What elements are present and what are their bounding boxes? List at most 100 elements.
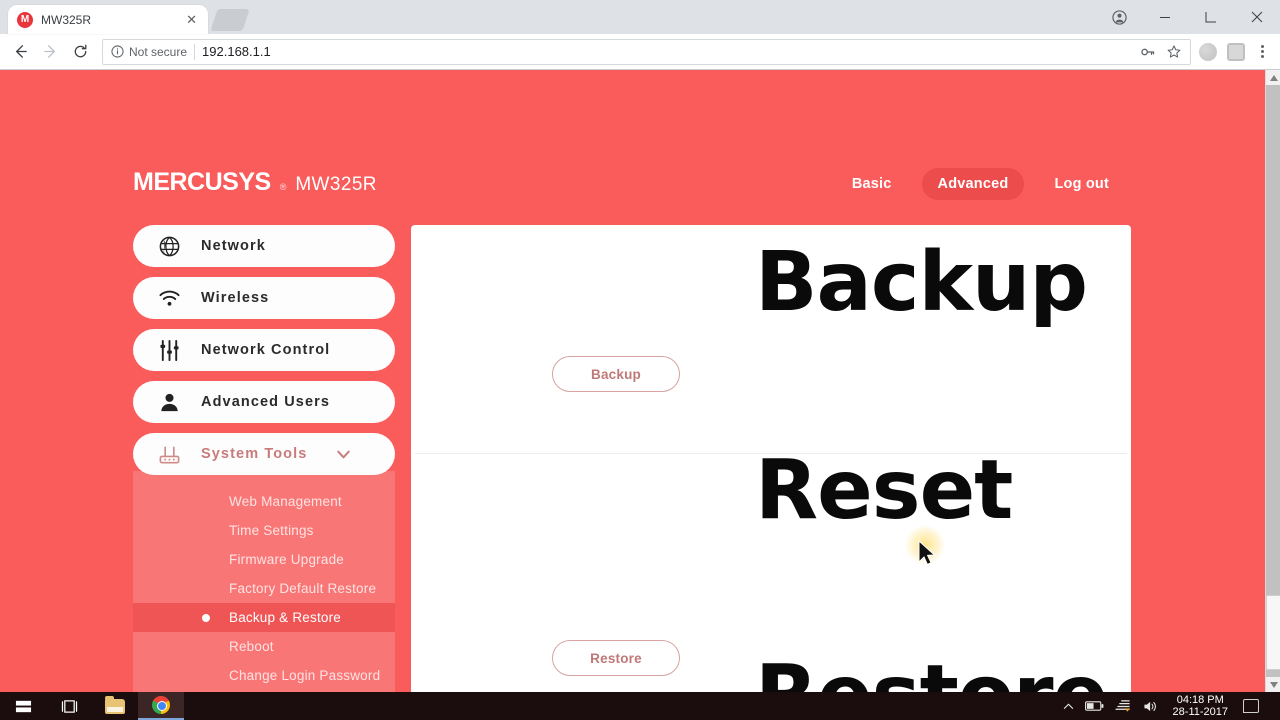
overlay-label-restore: Restore	[755, 655, 1108, 693]
router-header	[0, 70, 1265, 156]
mercusys-favicon: M	[17, 11, 33, 28]
sidebar-item-network-control[interactable]: Network Control	[133, 329, 395, 371]
active-dot-icon	[202, 613, 210, 622]
show-desktop-button[interactable]	[1270, 692, 1276, 720]
extension-globe-icon[interactable]	[1199, 42, 1217, 61]
brand-model: MW325R	[295, 174, 377, 195]
sidebar-item-network[interactable]: Network	[133, 225, 395, 267]
brand-trademark: ®	[279, 182, 287, 192]
browser-toolbar: Not secure 192.168.1.1	[0, 34, 1280, 70]
sidebar-item-label: System Tools	[201, 446, 308, 462]
clock-time: 04:18 PM	[1176, 694, 1224, 706]
submenu-item-label: Factory Default Restore	[229, 581, 377, 596]
address-bar[interactable]: Not secure 192.168.1.1	[102, 38, 1191, 65]
minimize-icon[interactable]	[1142, 0, 1188, 34]
globe-icon	[157, 234, 181, 258]
action-center-icon[interactable]	[1243, 699, 1259, 713]
overlay-label-backup: Backup	[755, 235, 1088, 330]
submenu-item-label: Time Settings	[229, 523, 314, 538]
submenu-item-firmware-upgrade[interactable]: Firmware Upgrade	[133, 545, 395, 574]
submenu-item-change-login-password[interactable]: Change Login Password	[133, 661, 395, 690]
backup-button[interactable]: Backup	[552, 356, 680, 392]
security-indicator[interactable]: Not secure	[111, 45, 187, 59]
submenu-item-diagnostic-tools[interactable]: Diagnostic Tools	[133, 690, 395, 692]
chrome-icon[interactable]	[138, 692, 184, 720]
extension-app-icon[interactable]	[1227, 42, 1245, 61]
start-icon[interactable]	[0, 692, 46, 720]
overlay-label-reset: Reset	[755, 443, 1013, 538]
brand-name: MERCUSYS	[133, 168, 271, 196]
back-icon[interactable]	[6, 38, 34, 66]
sidebar-item-label: Network	[201, 238, 266, 254]
submenu-item-label: Web Management	[229, 494, 342, 509]
taskbar-clock[interactable]: 04:18 PM 28-11-2017	[1169, 694, 1232, 718]
extensions-area	[1199, 42, 1274, 61]
tab-strip: M MW325R ✕	[0, 0, 1280, 34]
taskbar-buttons	[0, 692, 184, 720]
bookmark-star-icon[interactable]	[1166, 44, 1182, 60]
submenu-item-factory-default-restore[interactable]: Factory Default Restore	[133, 574, 395, 603]
close-icon[interactable]	[1234, 0, 1280, 34]
user-icon	[157, 390, 181, 414]
omnibox-actions	[1140, 44, 1182, 60]
network-icon[interactable]	[1114, 699, 1132, 713]
submenu-item-backup-restore[interactable]: Backup & Restore	[133, 603, 395, 632]
clock-date: 28-11-2017	[1172, 706, 1228, 718]
sidebar-item-system-tools[interactable]: System Tools	[133, 433, 395, 475]
nav-advanced[interactable]: Advanced	[921, 168, 1025, 200]
volume-icon[interactable]	[1143, 700, 1158, 713]
show-hidden-icons[interactable]	[1063, 701, 1074, 712]
submenu-item-label: Firmware Upgrade	[229, 552, 344, 567]
brand-logo: MERCUSYS ® MW325R	[133, 168, 377, 197]
submenu-item-label: Change Login Password	[229, 668, 381, 683]
page-viewport: MERCUSYS ® MW325R Basic Advanced Log out…	[0, 70, 1280, 692]
close-icon[interactable]: ✕	[184, 13, 199, 26]
restore-button[interactable]: Restore	[552, 640, 680, 676]
new-tab-button[interactable]	[210, 9, 250, 31]
scroll-down-icon[interactable]	[1266, 677, 1280, 692]
sidebar-item-advanced-users[interactable]: Advanced Users	[133, 381, 395, 423]
battery-icon[interactable]	[1084, 700, 1104, 712]
key-icon[interactable]	[1140, 44, 1156, 60]
browser-tab[interactable]: M MW325R ✕	[8, 5, 208, 34]
profile-icon[interactable]	[1096, 0, 1142, 34]
security-label: Not secure	[129, 44, 188, 59]
page-scrollbar[interactable]	[1265, 70, 1280, 692]
submenu-item-web-management[interactable]: Web Management	[133, 487, 395, 516]
omnibox-divider	[194, 43, 196, 60]
submenu-item-label: Backup & Restore	[229, 610, 342, 625]
system-tray: 04:18 PM 28-11-2017	[1063, 692, 1280, 720]
top-navigation: Basic Advanced Log out	[836, 168, 1125, 200]
system-tools-submenu: Web Management Time Settings Firmware Up…	[133, 471, 395, 692]
windows-taskbar: 04:18 PM 28-11-2017	[0, 692, 1280, 720]
task-view-icon[interactable]	[46, 692, 92, 720]
sidebar-item-label: Network Control	[201, 342, 331, 358]
info-icon	[111, 45, 124, 58]
scrollbar-thumb[interactable]	[1266, 595, 1280, 670]
submenu-item-time-settings[interactable]: Time Settings	[133, 516, 395, 545]
sidebar-item-label: Wireless	[201, 290, 270, 306]
sidebar-item-wireless[interactable]: Wireless	[133, 277, 395, 319]
sidebar-menu: Network Wireless Network Control Advance…	[133, 225, 395, 692]
scroll-up-icon[interactable]	[1266, 70, 1280, 85]
mouse-cursor	[918, 539, 937, 572]
router-icon	[157, 442, 181, 466]
tab-title: MW325R	[41, 12, 92, 27]
router-admin-page: MERCUSYS ® MW325R Basic Advanced Log out…	[0, 70, 1265, 692]
chevron-down-icon[interactable]	[335, 446, 352, 463]
scrollbar-track[interactable]	[1266, 85, 1280, 677]
maximize-icon[interactable]	[1188, 0, 1234, 34]
nav-basic[interactable]: Basic	[836, 168, 908, 200]
reload-icon[interactable]	[66, 38, 94, 66]
url-text: 192.168.1.1	[202, 44, 271, 59]
forward-icon[interactable]	[36, 38, 64, 66]
submenu-item-label: Reboot	[229, 639, 274, 654]
file-explorer-icon[interactable]	[92, 692, 138, 720]
sidebar-item-label: Advanced Users	[201, 394, 331, 410]
chrome-menu-icon[interactable]	[1255, 45, 1270, 58]
submenu-item-reboot[interactable]: Reboot	[133, 632, 395, 661]
sliders-icon	[157, 338, 181, 362]
nav-logout[interactable]: Log out	[1038, 168, 1125, 200]
chrome-browser-window: M MW325R ✕ Not secure 192.168.1.1 MERCUS…	[0, 0, 1280, 692]
wifi-icon	[157, 286, 181, 310]
